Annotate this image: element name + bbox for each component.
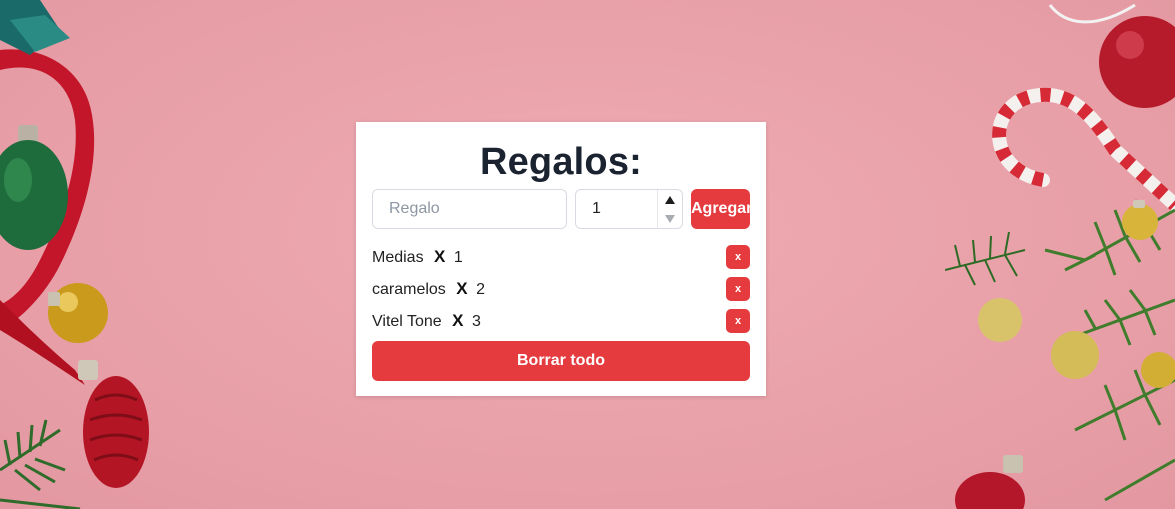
list-item: Vitel Tone X 3 x: [372, 308, 750, 340]
gift-name-input[interactable]: [372, 189, 567, 229]
christmas-decorations-left: [0, 0, 149, 509]
clear-all-button[interactable]: Borrar todo: [372, 341, 750, 381]
times-sign: X: [456, 279, 468, 298]
quantity-value: 1: [592, 200, 601, 217]
arrow-up-icon: [665, 195, 675, 204]
page-title: Regalos:: [479, 141, 643, 183]
delete-gift-button[interactable]: x: [726, 245, 750, 269]
increment-button[interactable]: [658, 190, 682, 209]
add-button[interactable]: Agregar: [691, 189, 752, 229]
decrement-button[interactable]: [658, 209, 682, 228]
list-item: caramelos X 2 x: [372, 276, 750, 308]
gift-quantity: 2: [476, 281, 485, 298]
christmas-decorations-right: [945, 3, 1175, 509]
times-sign: X: [452, 311, 464, 330]
gift-name: Medias: [372, 249, 424, 266]
delete-gift-button[interactable]: x: [726, 309, 750, 333]
gift-list: Medias X 1 x caramelos X 2 x Vitel Tone …: [372, 244, 750, 340]
gift-list-card: Regalos: 1 Agregar Medias X 1 x caramelo…: [356, 122, 766, 396]
delete-gift-button[interactable]: x: [726, 277, 750, 301]
gift-quantity: 3: [471, 313, 481, 330]
list-item: Medias X 1 x: [372, 244, 750, 276]
arrow-down-icon: [665, 214, 675, 223]
quantity-spinner: [657, 190, 682, 228]
quantity-input[interactable]: 1: [575, 189, 683, 229]
add-gift-form: 1 Agregar: [372, 189, 752, 229]
gift-name: caramelos: [372, 281, 446, 298]
gift-quantity: 1: [453, 249, 463, 266]
gift-name: Vitel Tone: [372, 313, 442, 330]
times-sign: X: [434, 247, 446, 266]
